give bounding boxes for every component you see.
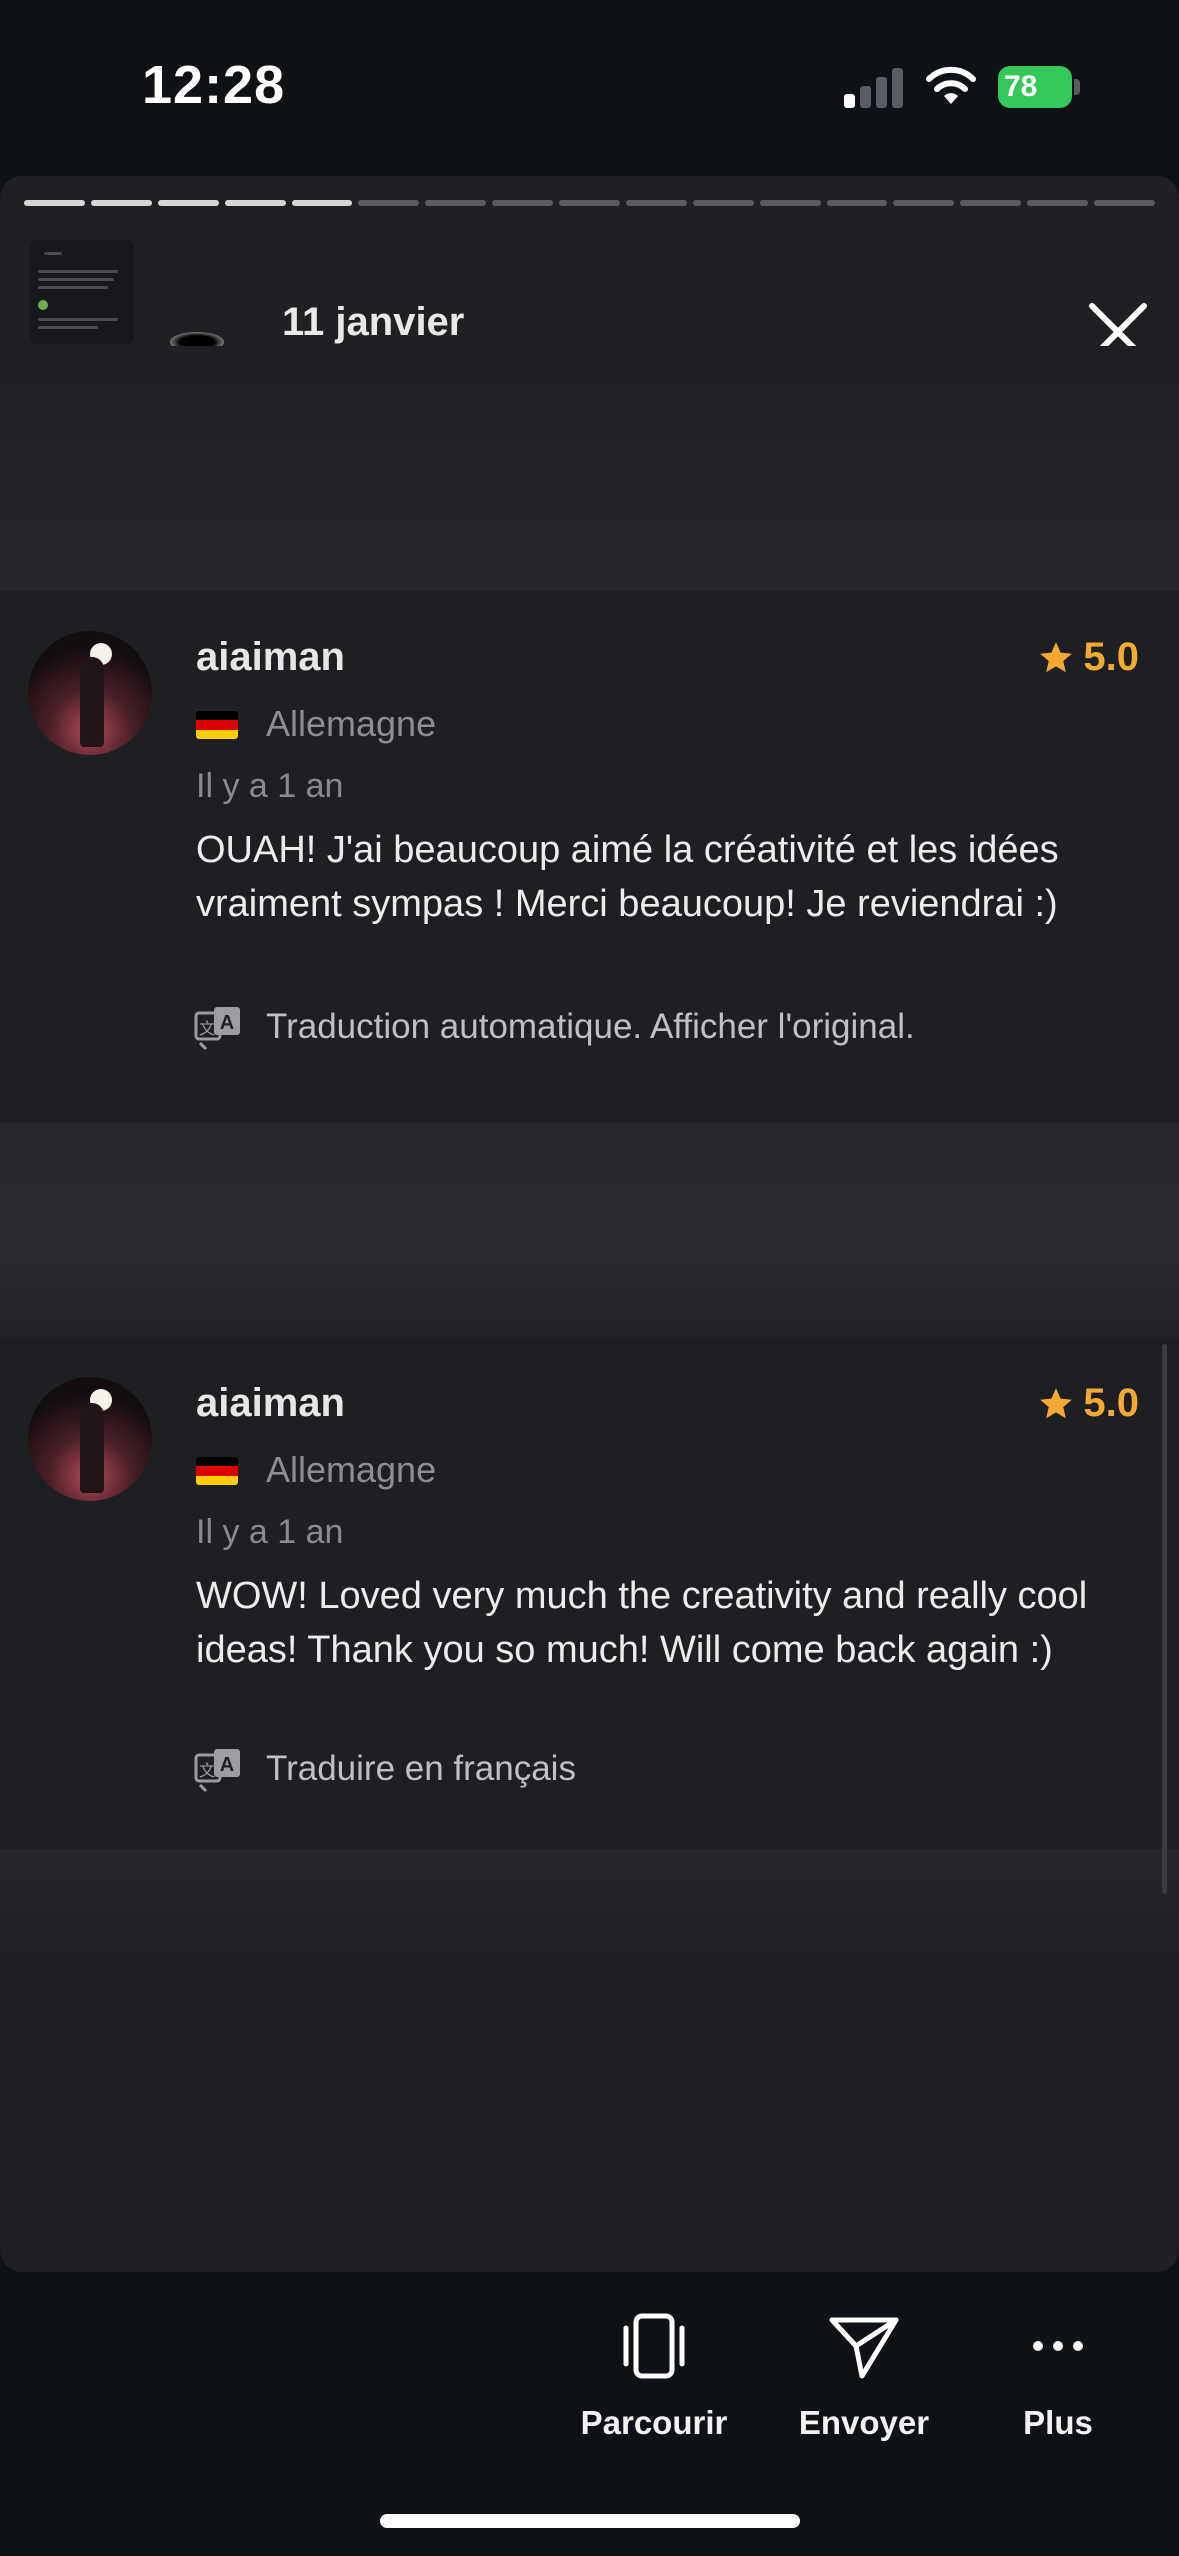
send-button[interactable]: Envoyer xyxy=(764,2306,964,2442)
progress-segment xyxy=(893,200,955,206)
more-button[interactable]: Plus xyxy=(958,2306,1158,2442)
browse-label: Parcourir xyxy=(580,2404,728,2441)
progress-segment xyxy=(759,200,821,206)
story-date: 11 janvier xyxy=(282,300,465,344)
progress-segment xyxy=(157,200,219,206)
progress-segment xyxy=(358,200,420,206)
svg-text:文: 文 xyxy=(199,1020,215,1038)
star-icon xyxy=(1040,641,1073,672)
more-icon xyxy=(1033,2341,1083,2351)
rating-value: 5.0 xyxy=(1083,1381,1139,1425)
review-time: Il y a 1 an xyxy=(196,767,344,805)
review-text: OUAH! J'ai beaucoup aimé la créativité e… xyxy=(196,829,1059,925)
progress-segment xyxy=(826,200,888,206)
progress-segment xyxy=(24,200,85,206)
translation-label: Traduction automatique. Afficher l'origi… xyxy=(266,1007,915,1046)
rating-value: 5.0 xyxy=(1083,635,1139,679)
status-bar: 12:28 78 xyxy=(0,0,1179,176)
review-text: WOW! Loved very much the creativity and … xyxy=(196,1575,1088,1671)
progress-segment xyxy=(960,200,1022,206)
translate-icon: A 文 xyxy=(194,1749,240,1793)
progress-segment xyxy=(492,200,553,206)
cellular-signal-icon xyxy=(844,66,906,108)
progress-segment xyxy=(425,200,487,206)
progress-segment xyxy=(1027,200,1088,206)
progress-segment xyxy=(559,200,620,206)
wifi-icon xyxy=(926,66,976,104)
progress-segment xyxy=(692,200,754,206)
progress-segment xyxy=(625,200,687,206)
translation-link[interactable]: A 文 Traduction automatique. Afficher l'o… xyxy=(192,1001,915,1053)
browse-icon xyxy=(623,2313,685,2379)
scrollbar[interactable] xyxy=(1162,1344,1167,1894)
translate-icon: A 文 xyxy=(194,1007,240,1051)
story-footer-spacer xyxy=(0,1849,1179,1969)
status-time: 12:28 xyxy=(142,55,286,115)
review-card: aiaiman 5.0 Allemagne Il y a 1 an OUAH! … xyxy=(0,591,1179,1123)
review-card: aiaiman 5.0 Allemagne Il y a 1 an WOW! L… xyxy=(0,1339,1179,1849)
germany-flag-icon xyxy=(196,711,238,739)
story-header: 11 janvier xyxy=(0,226,1179,361)
star-icon xyxy=(1040,1387,1073,1418)
progress-segment xyxy=(291,200,353,206)
svg-text:A: A xyxy=(220,1754,234,1776)
review-country: Allemagne xyxy=(266,1449,437,1490)
review-time: Il y a 1 an xyxy=(196,1513,344,1551)
germany-flag-icon xyxy=(196,1457,238,1485)
progress-segment xyxy=(1094,200,1155,206)
svg-text:文: 文 xyxy=(199,1762,215,1780)
battery-level: 78 xyxy=(998,66,1072,108)
translate-button[interactable]: A 文 Traduire en français xyxy=(192,1743,576,1795)
review-country: Allemagne xyxy=(266,703,437,744)
home-indicator[interactable] xyxy=(380,2514,800,2528)
review-rating: 5.0 xyxy=(1037,1381,1139,1426)
review-username[interactable]: aiaiman xyxy=(196,1381,345,1426)
review-rating: 5.0 xyxy=(1037,635,1139,680)
send-label: Envoyer xyxy=(798,2404,930,2441)
battery-icon: 78 xyxy=(998,66,1080,108)
translate-label: Traduire en français xyxy=(266,1749,576,1788)
avatar[interactable] xyxy=(28,1377,152,1501)
story-panel: 11 janvier aiaiman 5.0 Allemagne Il y a … xyxy=(0,176,1179,2272)
review-username[interactable]: aiaiman xyxy=(196,635,345,680)
review-separator xyxy=(0,1123,1179,1339)
story-spacer xyxy=(0,346,1179,591)
progress-segment xyxy=(90,200,152,206)
story-thumbnail[interactable] xyxy=(30,240,134,344)
svg-text:A: A xyxy=(220,1012,234,1034)
send-icon xyxy=(829,2317,899,2379)
progress-segment xyxy=(224,200,286,206)
story-progress xyxy=(24,200,1155,206)
browse-button[interactable]: Parcourir xyxy=(554,2306,754,2442)
more-label: Plus xyxy=(1023,2404,1093,2441)
avatar[interactable] xyxy=(28,631,152,755)
